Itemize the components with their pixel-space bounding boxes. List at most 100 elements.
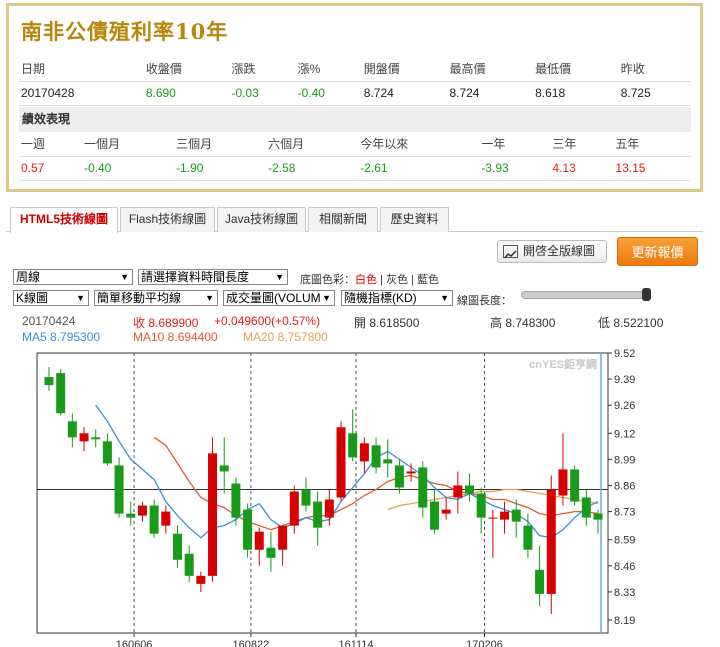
candle-body xyxy=(91,437,101,440)
performance-value-row: 0.57 -0.40 -1.90 -2.58 -2.61 -3.93 4.13 … xyxy=(19,156,691,181)
chart-length-slider[interactable] xyxy=(521,291,649,299)
candle xyxy=(114,457,124,518)
period-select[interactable]: 周線 ▼ xyxy=(13,269,133,285)
candle-body xyxy=(348,433,358,458)
chart-tabs: HTML5技術線圖 Flash技術線圖 Java技術線圖 相關新聞 歷史資料 xyxy=(6,207,703,233)
y-tick-label: 8.99 xyxy=(614,454,635,466)
watermark: cnYES鉅亨網 xyxy=(529,357,597,371)
tab-java-chart[interactable]: Java技術線圖 xyxy=(217,207,306,232)
candle-body xyxy=(336,427,346,498)
x-tick-label: 161114 xyxy=(338,639,373,647)
tab-flash-chart[interactable]: Flash技術線圖 xyxy=(120,207,215,232)
chevron-down-icon: ▼ xyxy=(76,293,85,303)
candle-body xyxy=(324,499,334,518)
y-tick-label: 8.46 xyxy=(614,561,635,573)
candle-body xyxy=(67,421,77,438)
quote-header: 收盤價 xyxy=(143,57,230,82)
volume-select[interactable]: 成交量圖(VOLUM ▼ xyxy=(223,290,335,306)
color-white-option[interactable]: 白色 xyxy=(355,274,377,286)
candlestick-chart: cnYES鉅亨網 9.52 9.39 9.26 9.12 8.99 8.86 8.73 8.5… xyxy=(36,348,635,647)
quote-value: 20170428 xyxy=(19,81,144,106)
performance-header-row: 一週 一個月 三個月 六個月 今年以來 一年 三年 五年 xyxy=(19,132,691,157)
candle-body xyxy=(406,471,416,474)
quote-header: 開盤價 xyxy=(361,57,448,82)
color-options: 底圖色彩：白色 | 灰色 | 藍色 xyxy=(300,271,439,287)
candle-body xyxy=(184,553,194,576)
quote-value: -0.03 xyxy=(229,81,296,106)
tab-history[interactable]: 歷史資料 xyxy=(380,207,449,232)
candle-body xyxy=(581,497,591,518)
color-separator: | xyxy=(411,274,414,286)
performance-value: -2.61 xyxy=(358,156,480,181)
color-separator: | xyxy=(380,274,383,286)
candle-body xyxy=(500,511,510,520)
quote-header-row: 日期 收盤價 漲跌 漲% 開盤價 最高價 最低價 昨收 xyxy=(19,57,691,82)
refresh-quote-button[interactable]: 更新報價 xyxy=(617,237,698,266)
y-tick-label: 9.26 xyxy=(614,400,635,412)
candle-body xyxy=(79,433,89,442)
full-chart-button[interactable]: 開啓全版線圖 xyxy=(497,240,607,263)
quote-value: 8.690 xyxy=(143,81,230,106)
quote-value: 8.724 xyxy=(361,81,448,106)
page-title: 南非公債殖利率10年 xyxy=(21,19,229,44)
candle-body xyxy=(278,525,288,550)
candle-body xyxy=(359,443,369,462)
candle-body xyxy=(511,509,521,522)
quote-header: 漲% xyxy=(295,57,362,82)
volume-select-value: 成交量圖(VOLUM xyxy=(226,291,321,305)
candle xyxy=(243,503,253,558)
tab-html5-chart[interactable]: HTML5技術線圖 xyxy=(10,207,118,233)
candle-body xyxy=(243,509,253,550)
quote-value: -0.40 xyxy=(295,81,362,106)
quote-header: 漲跌 xyxy=(229,57,296,82)
indicator-select-value: 隨機指標(KD) xyxy=(344,291,417,305)
tab-related-news[interactable]: 相關新聞 xyxy=(308,207,378,232)
candle-body xyxy=(196,575,206,584)
candle-body xyxy=(172,533,182,560)
kline-select[interactable]: K線圖 ▼ xyxy=(13,290,89,306)
performance-header: 一週 xyxy=(19,132,82,157)
candle-body xyxy=(231,483,241,518)
quote-header: 最高價 xyxy=(447,57,534,82)
candle-body xyxy=(593,513,603,520)
quote-value: 8.618 xyxy=(533,81,619,106)
range-select[interactable]: 請選擇資料時間長度 ▼ xyxy=(138,269,288,285)
candle-body xyxy=(465,485,475,494)
chart-icon xyxy=(503,245,518,259)
indicator-select[interactable]: 隨機指標(KD) ▼ xyxy=(341,290,453,306)
performance-value: 4.13 xyxy=(550,156,614,181)
candle-body xyxy=(44,377,54,386)
chevron-down-icon: ▼ xyxy=(322,293,331,303)
performance-header: 今年以來 xyxy=(358,132,480,157)
candle-body xyxy=(453,485,463,498)
y-tick-label: 9.52 xyxy=(614,348,635,360)
y-tick-label: 8.73 xyxy=(614,507,635,519)
ma-type-select-value: 簡單移動平均線 xyxy=(97,291,182,305)
performance-header: 六個月 xyxy=(266,132,359,157)
performance-table: 一週 一個月 三個月 六個月 今年以來 一年 三年 五年 0.57 -0.40 … xyxy=(19,132,691,181)
candle-body xyxy=(476,493,486,518)
candle xyxy=(546,475,556,614)
chevron-down-icon: ▼ xyxy=(120,272,129,282)
candle-body xyxy=(137,505,147,516)
quote-value: 8.725 xyxy=(618,81,691,106)
quote-panel: 南非公債殖利率10年 日期 收盤價 漲跌 漲% 開盤價 最高價 最低價 昨收 2… xyxy=(6,3,703,192)
performance-header: 三個月 xyxy=(174,132,267,157)
full-chart-label: 開啓全版線圖 xyxy=(523,244,596,258)
color-blue-option[interactable]: 藍色 xyxy=(417,274,439,286)
slider-handle[interactable] xyxy=(642,288,651,301)
performance-value: -2.58 xyxy=(266,156,359,181)
kline-select-value: K線圖 xyxy=(16,291,49,305)
quote-header: 昨收 xyxy=(618,57,691,82)
color-gray-option[interactable]: 灰色 xyxy=(386,274,408,286)
info-low: 低 8.522100 xyxy=(598,316,664,330)
y-tick-label: 8.33 xyxy=(614,587,635,599)
candle-body xyxy=(535,569,545,594)
performance-value: -3.93 xyxy=(479,156,551,181)
x-tick-label: 160606 xyxy=(116,639,153,647)
candle-body xyxy=(313,501,323,528)
range-select-value: 請選擇資料時間長度 xyxy=(141,270,250,284)
ma-type-select[interactable]: 簡單移動平均線 ▼ xyxy=(94,290,218,306)
performance-header: 三年 xyxy=(550,132,614,157)
performance-header: 一個月 xyxy=(82,132,175,157)
